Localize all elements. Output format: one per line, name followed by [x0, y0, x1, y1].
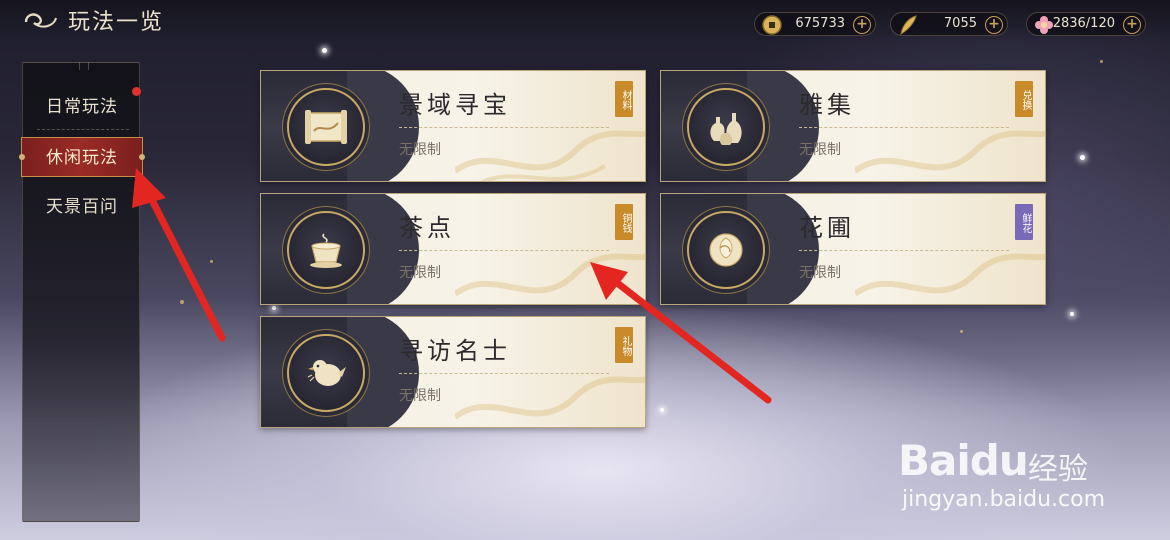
annotation-arrow-left — [132, 168, 226, 342]
baidu-watermark-url: jingyan.baidu.com — [902, 487, 1106, 512]
card-medal — [287, 211, 365, 289]
card-title: 花圃 — [799, 214, 855, 242]
card-medal — [287, 334, 365, 412]
card-yaji[interactable]: 雅集 无限制 兑换 — [660, 70, 1046, 182]
baidu-watermark-sub: 经验 — [1028, 452, 1088, 487]
resource-flower: 2836/120 + — [1026, 12, 1146, 36]
card-medal — [687, 211, 765, 289]
card-title: 雅集 — [799, 91, 855, 119]
card-limit: 无限制 — [799, 142, 841, 158]
card-medal — [287, 88, 365, 166]
card-wave-decor — [455, 253, 645, 297]
scroll-map-icon — [305, 110, 347, 144]
card-wave-decor — [455, 376, 645, 420]
feather-icon — [900, 15, 917, 36]
top-bar: 玩法一览 675733 + 7055 + 2836/120 + — [0, 0, 1170, 42]
feather-value: 7055 — [943, 16, 977, 31]
resource-feather: 7055 + — [890, 12, 1008, 36]
sparkle — [322, 48, 327, 53]
card-limit: 无限制 — [399, 142, 441, 158]
teacup-icon — [310, 233, 342, 268]
card-limit: 无限制 — [799, 265, 841, 281]
sparkle — [1070, 312, 1074, 316]
back-swirl-icon[interactable] — [20, 6, 60, 34]
gold-particle — [180, 300, 184, 304]
sparkle — [660, 408, 664, 412]
active-marker-right — [139, 154, 145, 160]
card-flower-garden[interactable]: 花圃 无限制 鲜花 — [660, 193, 1046, 305]
gold-particle — [960, 330, 963, 333]
add-feather-button[interactable]: + — [985, 16, 1003, 34]
category-sidebar: 日常玩法 休闲玩法 天景百问 — [19, 62, 145, 522]
coin-value: 675733 — [795, 16, 845, 31]
card-wave-decor — [855, 130, 1045, 174]
flower-value: 2836/120 — [1052, 16, 1115, 31]
add-coins-button[interactable]: + — [853, 16, 871, 34]
vases-icon — [710, 113, 742, 145]
sidebar-item-tianjing[interactable]: 天景百问 — [23, 187, 141, 227]
baidu-watermark-logo: Baidu — [898, 436, 1029, 485]
sidebar-divider — [37, 129, 129, 130]
add-flower-button[interactable]: + — [1123, 16, 1141, 34]
coin-icon — [762, 15, 782, 35]
card-wave-decor — [855, 253, 1045, 297]
gold-particle — [1100, 60, 1103, 63]
flower-icon — [1035, 16, 1053, 34]
card-treasure-hunt[interactable]: 景域寻宝 无限制 材料 — [260, 70, 646, 182]
sparkle — [1080, 155, 1085, 160]
card-title: 茶点 — [399, 214, 455, 242]
sidebar-item-daily[interactable]: 日常玩法 — [23, 87, 141, 127]
card-wave-decor — [455, 130, 645, 181]
sparkle — [272, 306, 276, 310]
rose-icon — [709, 233, 743, 267]
active-marker-left — [19, 154, 25, 160]
card-limit: 无限制 — [399, 265, 441, 281]
bird-icon — [307, 360, 346, 386]
card-tea-snacks[interactable]: 茶点 无限制 铜钱 — [260, 193, 646, 305]
card-visit-scholars[interactable]: 寻访名士 无限制 礼物 — [260, 316, 646, 428]
page-title: 玩法一览 — [68, 10, 165, 35]
resource-coins: 675733 + — [754, 12, 876, 36]
gold-particle — [210, 260, 213, 263]
notification-dot — [132, 87, 141, 96]
card-medal — [687, 88, 765, 166]
card-limit: 无限制 — [399, 388, 441, 404]
sidebar-item-leisure[interactable]: 休闲玩法 — [21, 137, 143, 177]
